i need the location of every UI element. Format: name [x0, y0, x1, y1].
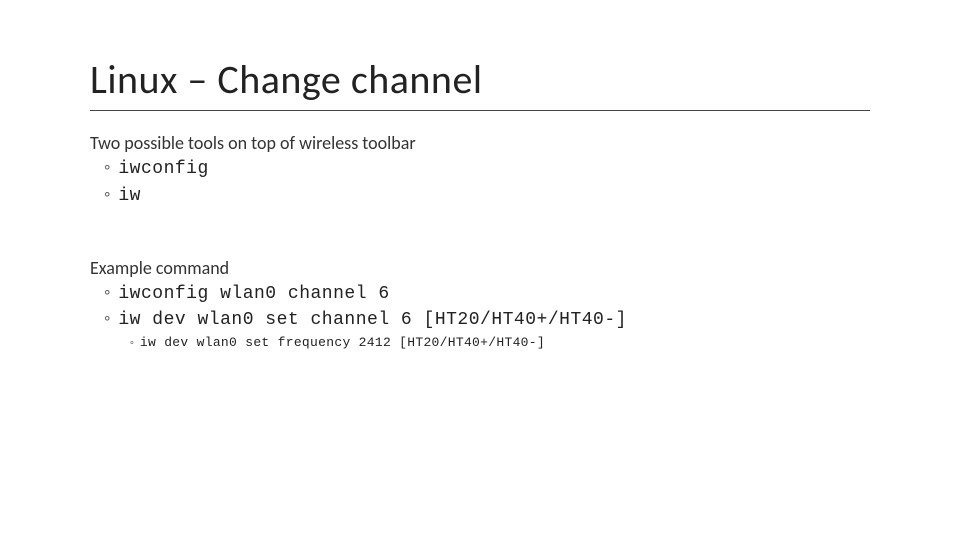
- title-underline: [90, 110, 870, 111]
- example-command: iwconfig wlan0 channel 6: [118, 284, 389, 304]
- list-item: ◦ iwconfig: [90, 155, 870, 181]
- section-tools: Two possible tools on top of wireless to…: [90, 131, 870, 208]
- bullet-icon: ◦: [104, 182, 110, 206]
- section-tools-heading: Two possible tools on top of wireless to…: [90, 131, 870, 155]
- list-item: ◦ iw dev wlan0 set channel 6 [HT20/HT40+/…: [90, 306, 870, 332]
- section-examples-heading: Example command: [90, 256, 870, 280]
- slide-title: Linux – Change channel: [90, 55, 870, 104]
- bullet-icon: ◦: [130, 335, 134, 352]
- list-item: ◦ iwconfig wlan0 channel 6: [90, 280, 870, 306]
- sub-list-item: ◦ iw dev wlan0 set frequency 2412 [HT20/H…: [90, 333, 870, 353]
- list-item: ◦ iw: [90, 182, 870, 208]
- bullet-icon: ◦: [104, 280, 110, 304]
- tool-name: iw: [118, 186, 141, 206]
- example-sub-command: iw dev wlan0 set frequency 2412 [HT20/HT…: [140, 335, 545, 350]
- example-command: iw dev wlan0 set channel 6 [HT20/HT40+/H…: [118, 310, 627, 330]
- section-examples: Example command ◦ iwconfig wlan0 channel …: [90, 256, 870, 352]
- bullet-icon: ◦: [104, 155, 110, 179]
- tool-name: iwconfig: [118, 159, 208, 179]
- bullet-icon: ◦: [104, 306, 110, 330]
